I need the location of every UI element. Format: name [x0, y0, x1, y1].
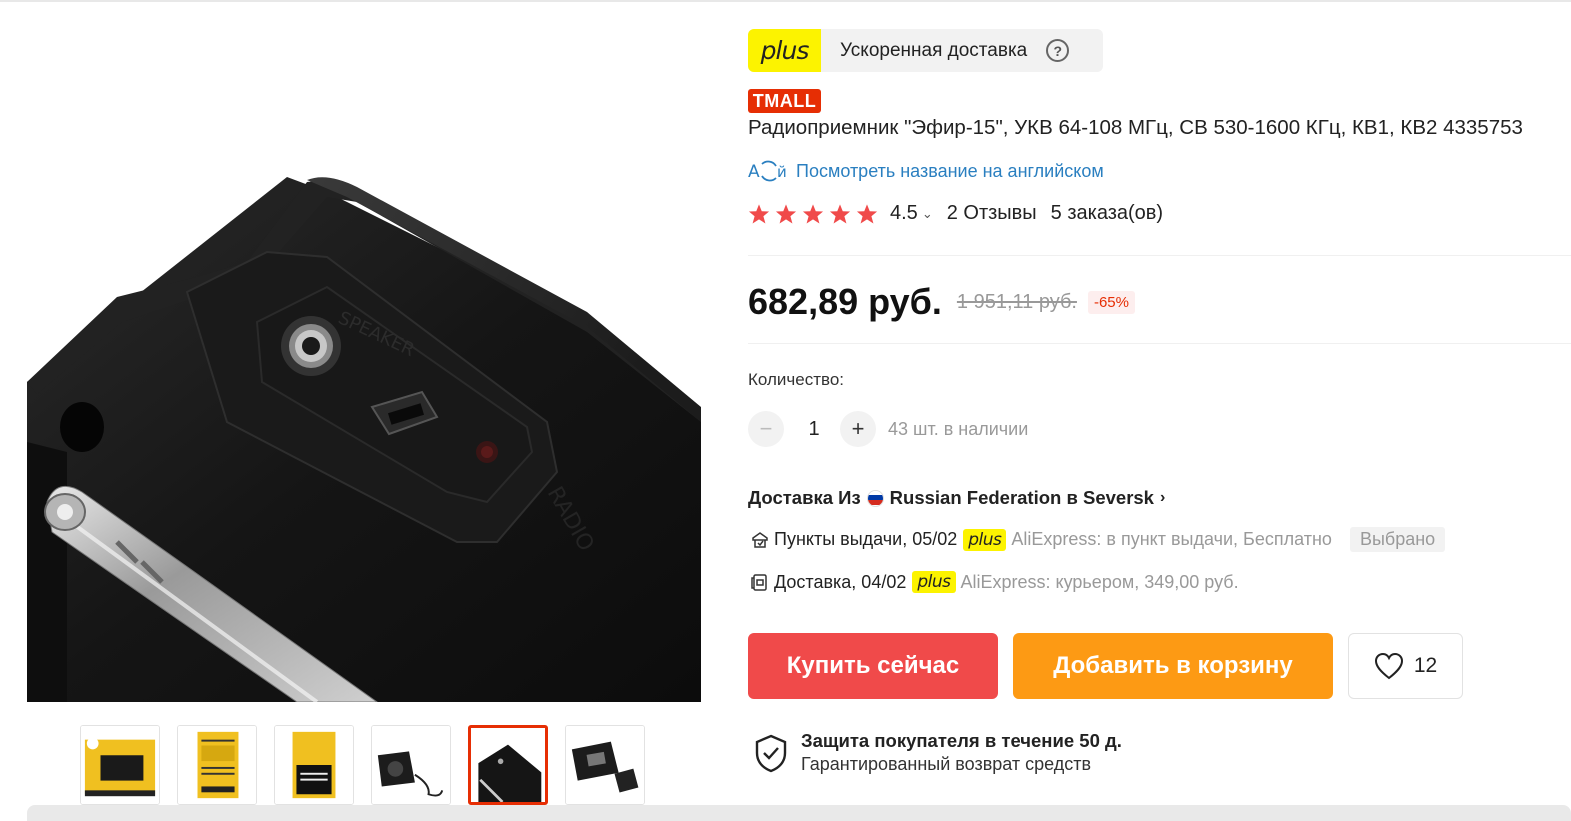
buy-now-button[interactable]: Купить сейчас [748, 633, 998, 699]
protection-subtitle: Гарантированный возврат средств [801, 754, 1092, 774]
thumbnail-6[interactable] [565, 725, 645, 805]
translate-link-text: Посмотреть название на английском [796, 160, 1104, 181]
star-icon [802, 203, 824, 223]
thumbnail-5-active[interactable] [468, 725, 548, 805]
svg-text:й: й [777, 163, 787, 181]
divider [748, 255, 1571, 256]
radio-closeup-image: SPEAKER RADIO [27, 177, 701, 702]
quantity-stepper: − 1 + 43 шт. в наличии [748, 411, 1028, 447]
rating-value[interactable]: 4.5 [890, 202, 918, 225]
translate-link[interactable]: A й Посмотреть название на английском [748, 158, 1104, 184]
shipping-origin-link[interactable]: Доставка Из Russian Federation в Seversk… [748, 487, 1165, 509]
star-icon [829, 203, 851, 223]
current-price: 682,89 руб. [748, 281, 942, 322]
thumbnail-radio-battery-image [566, 726, 644, 804]
plus-delivery-banner[interactable]: plus Ускоренная доставка ? [748, 29, 1103, 72]
stock-availability: 43 шт. в наличии [888, 418, 1029, 439]
main-product-image[interactable]: SPEAKER RADIO [27, 22, 701, 702]
thumbnail-strip [80, 725, 645, 807]
tmall-badge: TMALL [748, 89, 821, 113]
thumbnail-box-back-image [178, 726, 256, 804]
shipping-header-prefix: Доставка Из [748, 487, 861, 508]
pickup-point-icon [752, 531, 768, 548]
quantity-label: Количество: [748, 370, 845, 389]
shipping-option-courier[interactable]: Доставка, 04/02 plus AliExpress: курьеро… [750, 571, 1239, 593]
quantity-increase-button[interactable]: + [840, 411, 876, 447]
reviews-count[interactable]: 2 Отзывы [947, 202, 1037, 225]
star-icon [748, 203, 770, 223]
divider [748, 343, 1571, 344]
star-rating[interactable] [748, 203, 878, 225]
selected-badge: Выбрано [1349, 527, 1446, 552]
thumbnail-radio-closeup-image [471, 728, 545, 802]
heart-icon [1374, 652, 1403, 680]
thumbnail-2[interactable] [177, 725, 257, 805]
thumbnail-box-front-image [81, 726, 159, 804]
discount-badge: -65% [1087, 290, 1135, 314]
shipping-option-description: AliExpress: в пункт выдачи, Бесплатно [1011, 529, 1332, 549]
star-icon [856, 203, 878, 223]
chevron-down-icon[interactable]: ⌄ [922, 206, 933, 222]
chevron-right-icon: › [1159, 489, 1166, 506]
quantity-input[interactable]: 1 [790, 418, 838, 441]
shipping-option-label: Пункты выдачи, 05/02 [774, 529, 958, 549]
top-divider [0, 0, 1571, 2]
quantity-decrease-button[interactable]: − [748, 411, 784, 447]
shipping-option-label: Доставка, 04/02 [774, 571, 907, 592]
courier-delivery-icon [751, 574, 767, 591]
old-price: 1 951,11 руб. [956, 290, 1077, 313]
help-icon[interactable]: ? [1046, 39, 1070, 62]
translate-icon: A й [748, 160, 787, 182]
wishlist-button[interactable]: 12 [1348, 633, 1463, 699]
price-row: 682,89 руб. 1 951,11 руб. -65% [748, 281, 1135, 323]
product-title: Радиоприемник "Эфир-15", УКВ 64-108 МГц,… [748, 116, 1523, 139]
plus-badge: plus [912, 571, 956, 593]
plus-banner-label: Ускоренная доставка [840, 39, 1028, 61]
protection-title: Защита покупателя в течение 50 д. [801, 730, 1122, 751]
thumbnail-box-side-image [275, 726, 353, 804]
svg-text:A: A [748, 162, 760, 182]
shipping-option-pickup[interactable]: Пункты выдачи, 05/02 plus AliExpress: в … [750, 527, 1446, 552]
shield-check-icon [755, 734, 787, 773]
thumbnail-radio-strap-image [372, 726, 450, 804]
star-icon [775, 203, 797, 223]
buyer-protection[interactable]: Защита покупателя в течение 50 д. Гарант… [752, 730, 1122, 775]
shipping-option-description: AliExpress: курьером, 349,00 руб. [960, 571, 1239, 592]
wishlist-count: 12 [1413, 654, 1438, 677]
russia-flag-icon [866, 489, 884, 507]
shipping-header-route: Russian Federation в Seversk [889, 487, 1154, 508]
orders-count: 5 заказа(ов) [1050, 202, 1164, 224]
thumbnail-3[interactable] [274, 725, 354, 805]
add-to-cart-button[interactable]: Добавить в корзину [1013, 633, 1333, 699]
thumbnail-4[interactable] [371, 725, 451, 805]
bottom-panel-edge [27, 805, 1571, 821]
plus-badge: plus [963, 528, 1007, 551]
thumbnail-1[interactable] [80, 725, 160, 805]
rating-row: 4.5 ⌄ 2 Отзывы 5 заказа(ов) [748, 202, 1163, 225]
plus-logo: plus [748, 29, 821, 72]
